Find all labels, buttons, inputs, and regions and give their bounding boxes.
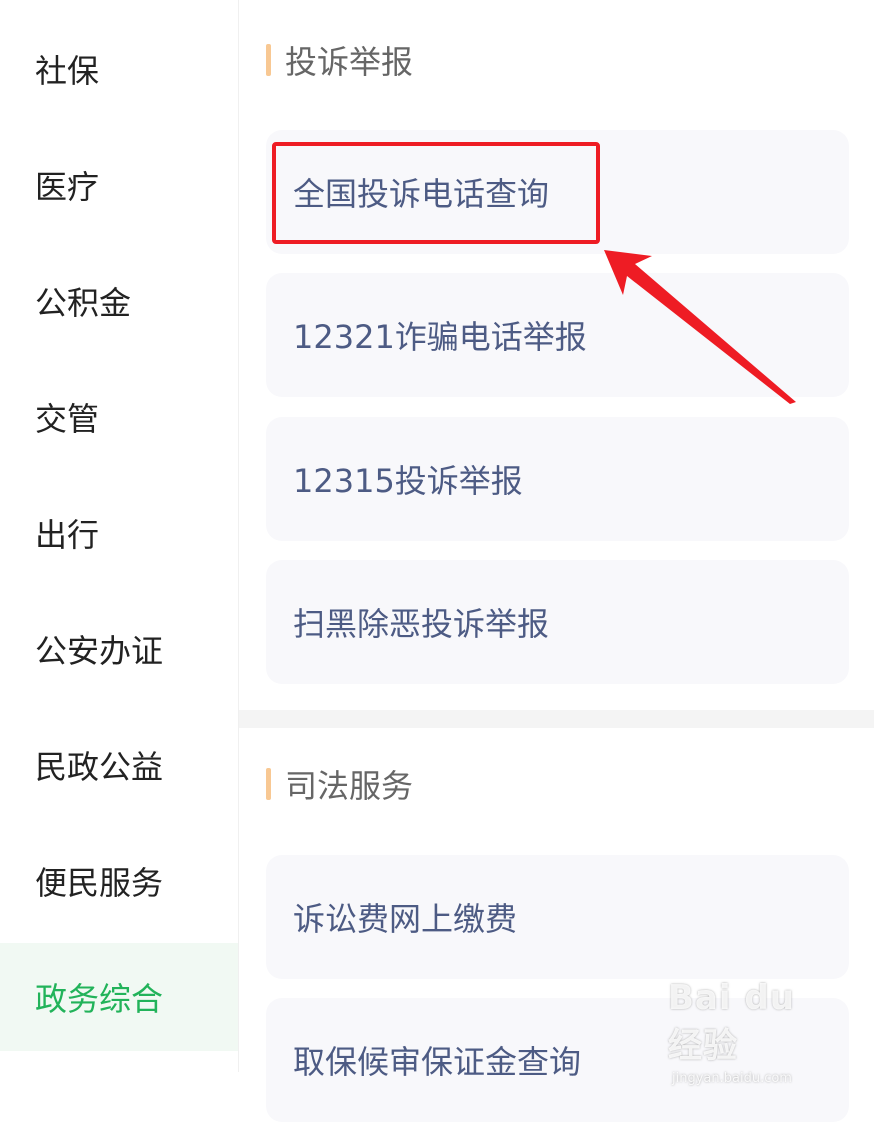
watermark-url: jingyan.baidu.com	[672, 1071, 792, 1086]
watermark-logo-text: Bai du 经验	[668, 978, 795, 1066]
annotation-arrow-icon	[604, 250, 796, 404]
baidu-jingyan-watermark: Bai du 经验 jingyan.baidu.com	[668, 978, 838, 1086]
